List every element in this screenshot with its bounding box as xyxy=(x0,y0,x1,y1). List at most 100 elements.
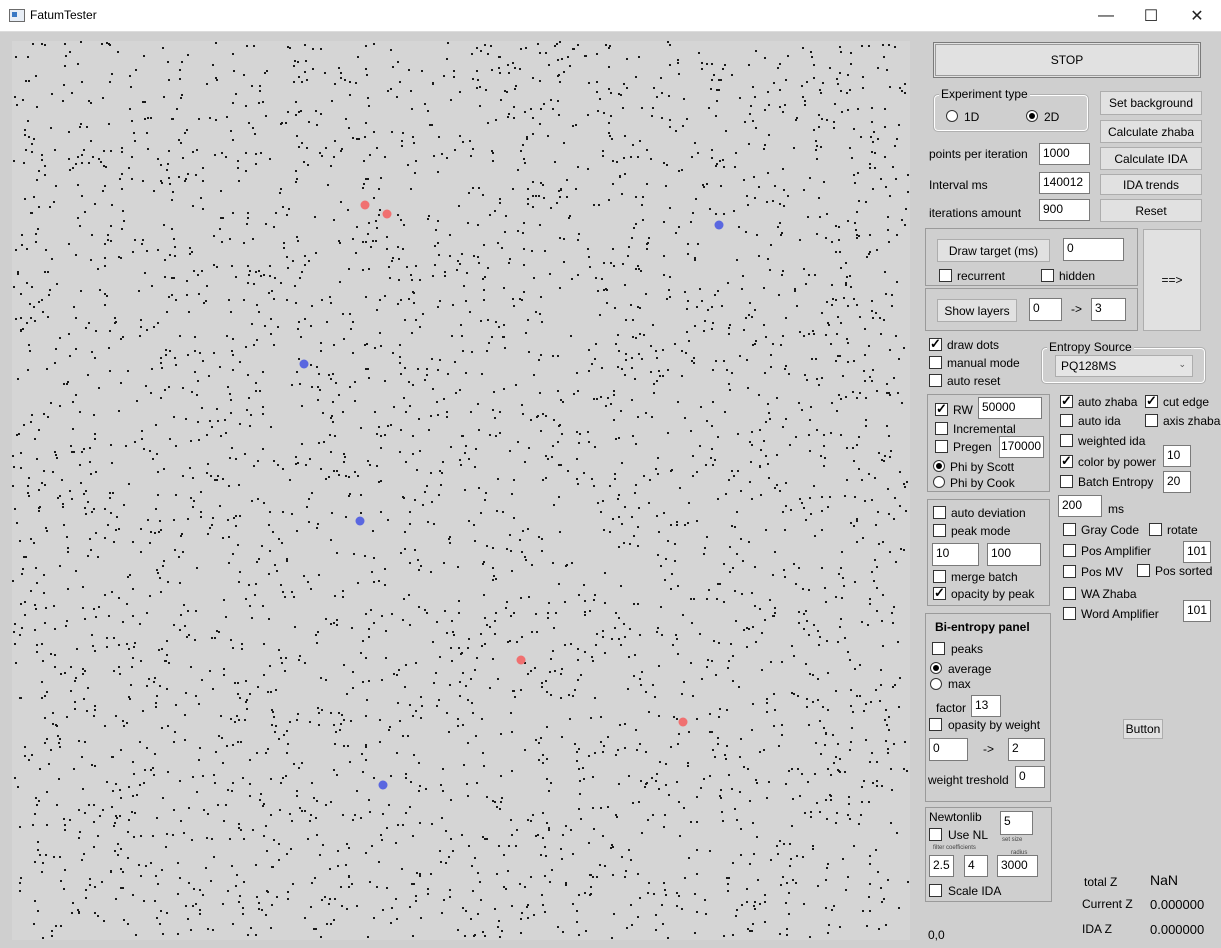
stop-button[interactable]: STOP xyxy=(933,42,1201,78)
phi-by-scott-radio[interactable] xyxy=(933,460,945,472)
auto-ida-label: auto ida xyxy=(1078,414,1121,428)
pos-mv-checkbox[interactable] xyxy=(1063,565,1076,578)
pos-amplifier-checkbox[interactable] xyxy=(1063,544,1076,557)
weighted-ida-checkbox[interactable] xyxy=(1060,434,1073,447)
pregen-checkbox[interactable] xyxy=(935,440,948,453)
cut-edge-checkbox[interactable] xyxy=(1145,393,1158,409)
entropy-source-select[interactable]: PQ128MS ⌄ xyxy=(1055,355,1193,377)
color-by-power-label: color by power xyxy=(1078,455,1157,469)
auto-reset-label: auto reset xyxy=(947,374,1001,388)
layers-to-input[interactable]: 3 xyxy=(1091,298,1126,321)
generic-button[interactable]: Button xyxy=(1123,719,1163,739)
auto-deviation-checkbox[interactable] xyxy=(933,506,946,519)
interval-ms-input[interactable]: 140012 xyxy=(1039,172,1090,194)
ms-input[interactable]: 200 xyxy=(1058,495,1102,517)
gray-code-label: Gray Code xyxy=(1081,523,1140,537)
gray-code-checkbox[interactable] xyxy=(1063,523,1076,536)
pregen-label: Pregen xyxy=(953,440,992,454)
draw-target-input[interactable]: 0 xyxy=(1063,238,1124,261)
peaks-label: peaks xyxy=(951,642,984,656)
peaks-checkbox[interactable] xyxy=(932,642,945,655)
reset-button[interactable]: Reset xyxy=(1100,199,1202,222)
layers-from-input[interactable]: 0 xyxy=(1029,298,1062,321)
color-by-power-input[interactable]: 10 xyxy=(1163,445,1191,467)
peak-a-input[interactable]: 10 xyxy=(932,543,979,566)
batch-entropy-checkbox[interactable] xyxy=(1060,475,1073,488)
current-z-label: Current Z xyxy=(1082,897,1133,911)
average-radio[interactable] xyxy=(930,662,942,674)
axis-zhaba-checkbox[interactable] xyxy=(1145,414,1158,427)
calculate-ida-button[interactable]: Calculate IDA xyxy=(1100,147,1202,170)
set-size-label: set size xyxy=(1002,837,1023,843)
hidden-checkbox[interactable] xyxy=(1041,269,1054,282)
red-point xyxy=(360,200,370,210)
rw-input[interactable]: 50000 xyxy=(978,397,1042,419)
draw-dots-checkbox[interactable] xyxy=(929,336,942,352)
auto-reset-checkbox[interactable] xyxy=(929,374,942,387)
peak-mode-label: peak mode xyxy=(951,524,1011,538)
set-size-input[interactable]: 5 xyxy=(1000,811,1033,835)
arrow-button[interactable]: ==> xyxy=(1143,229,1201,331)
plot-canvas[interactable] xyxy=(12,41,910,940)
opasity-by-weight-checkbox[interactable] xyxy=(929,718,942,731)
current-z-value: 0.000000 xyxy=(1150,897,1205,912)
chevron-down-icon: ⌄ xyxy=(1178,359,1186,369)
weight-treshold-label: weight treshold xyxy=(928,773,1009,787)
peak-b-input[interactable]: 100 xyxy=(987,543,1041,566)
calculate-zhaba-button[interactable]: Calculate zhaba xyxy=(1100,120,1202,143)
maximize-icon[interactable]: ☐ xyxy=(1128,0,1174,31)
draw-dots-label: draw dots xyxy=(947,338,1000,352)
radio-1d[interactable] xyxy=(946,110,958,122)
phi-by-scott-label: Phi by Scott xyxy=(950,460,1015,474)
word-amplifier-input[interactable]: 101 xyxy=(1183,600,1211,622)
word-amplifier-checkbox[interactable] xyxy=(1063,607,1076,620)
entropy-source-title: Entropy Source xyxy=(1047,340,1134,354)
opacity-by-peak-checkbox[interactable] xyxy=(933,585,946,601)
factor-input[interactable]: 13 xyxy=(971,695,1001,717)
weight-range-arrow: -> xyxy=(983,742,995,756)
merge-batch-checkbox[interactable] xyxy=(933,570,946,583)
batch-entropy-label: Batch Entropy xyxy=(1078,475,1154,489)
wa-zhaba-checkbox[interactable] xyxy=(1063,587,1076,600)
auto-zhaba-checkbox[interactable] xyxy=(1060,393,1073,409)
pregen-input[interactable]: 170000 xyxy=(999,436,1044,458)
points-per-iteration-input[interactable]: 1000 xyxy=(1039,143,1090,165)
ida-z-value: 0.000000 xyxy=(1150,922,1205,937)
manual-mode-checkbox[interactable] xyxy=(929,356,942,369)
coef-a-input[interactable]: 2.5 xyxy=(929,855,954,877)
batch-entropy-input[interactable]: 20 xyxy=(1163,471,1191,493)
ida-trends-button[interactable]: IDA trends xyxy=(1100,174,1202,195)
pos-sorted-checkbox[interactable] xyxy=(1137,564,1150,577)
rotate-checkbox[interactable] xyxy=(1149,523,1162,536)
draw-target-button[interactable]: Draw target (ms) xyxy=(937,239,1050,262)
coef-b-input[interactable]: 4 xyxy=(964,855,988,877)
incremental-checkbox[interactable] xyxy=(935,422,948,435)
phi-by-cook-radio[interactable] xyxy=(933,476,945,488)
max-radio[interactable] xyxy=(930,678,942,690)
total-z-label: total Z xyxy=(1084,875,1118,889)
interval-ms-label: Interval ms xyxy=(929,178,988,192)
peak-mode-checkbox[interactable] xyxy=(933,524,946,537)
red-point xyxy=(382,209,392,219)
minimize-icon[interactable]: — xyxy=(1083,0,1129,31)
word-amplifier-label: Word Amplifier xyxy=(1081,607,1159,621)
weight-treshold-input[interactable]: 0 xyxy=(1015,766,1045,788)
show-layers-button[interactable]: Show layers xyxy=(937,299,1017,322)
cut-edge-label: cut edge xyxy=(1163,395,1210,409)
radio-2d[interactable] xyxy=(1026,110,1038,122)
weight-range-from-input[interactable]: 0 xyxy=(929,738,968,761)
scale-ida-checkbox[interactable] xyxy=(929,884,942,897)
auto-ida-checkbox[interactable] xyxy=(1060,414,1073,427)
pos-amplifier-input[interactable]: 101 xyxy=(1183,541,1211,563)
radius-input[interactable]: 3000 xyxy=(997,855,1038,877)
weight-range-to-input[interactable]: 2 xyxy=(1008,738,1045,761)
recurrent-checkbox[interactable] xyxy=(939,269,952,282)
color-by-power-checkbox[interactable] xyxy=(1060,453,1073,469)
blue-point xyxy=(299,359,309,369)
close-icon[interactable]: ✕ xyxy=(1174,0,1220,31)
scale-ida-label: Scale IDA xyxy=(948,884,1002,898)
iterations-amount-input[interactable]: 900 xyxy=(1039,199,1090,221)
rw-checkbox[interactable] xyxy=(935,401,948,417)
use-nl-checkbox[interactable] xyxy=(929,828,942,841)
set-background-button[interactable]: Set background xyxy=(1100,91,1202,115)
